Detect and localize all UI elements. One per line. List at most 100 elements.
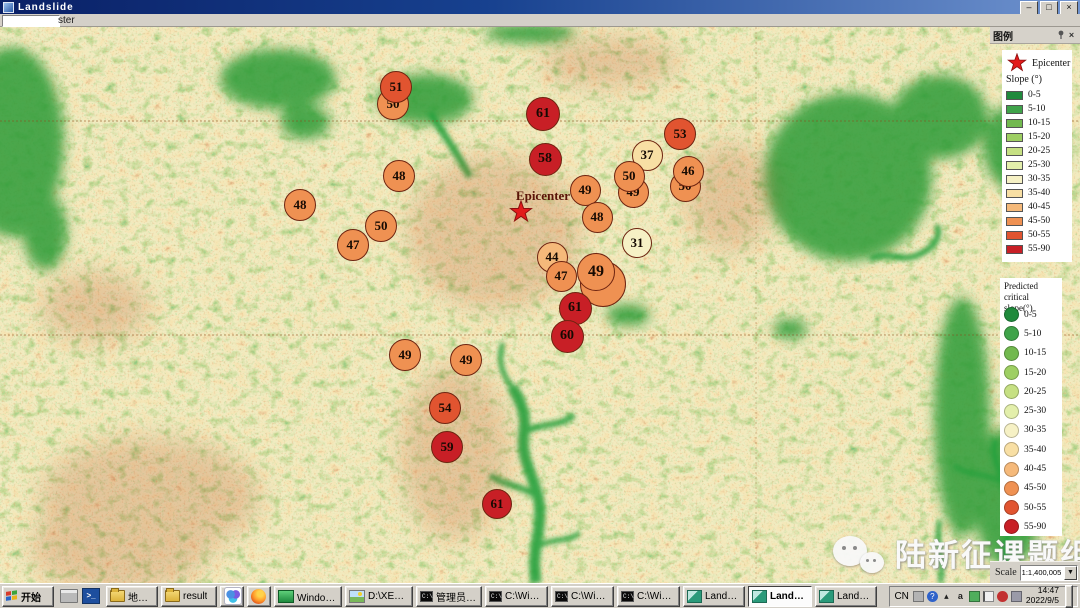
help-icon[interactable]: ? xyxy=(927,591,938,602)
cmd-icon: C:\ xyxy=(489,591,502,602)
slope-point[interactable]: 50 xyxy=(365,210,397,242)
legend-range-label: 45-50 xyxy=(1028,216,1050,226)
tray-icons: ?▴a xyxy=(913,591,1022,602)
legend-circle-swatch xyxy=(1004,346,1019,361)
firefox-icon xyxy=(251,589,266,604)
taskbar-button[interactable]: C:\C:\Windows... xyxy=(617,586,680,607)
legend-circle-swatch xyxy=(1004,481,1019,496)
taskbar-button[interactable]: Windows 任... xyxy=(274,586,342,607)
taskbar-button[interactable]: Landslide xyxy=(815,586,877,607)
slope-point[interactable]: 58 xyxy=(529,143,562,176)
slope-point[interactable]: 46 xyxy=(673,156,704,187)
slope-point[interactable]: 48 xyxy=(383,160,415,192)
chart-icon xyxy=(349,590,365,603)
legend-range-label: 40-45 xyxy=(1028,202,1050,212)
slope-point[interactable]: 50 xyxy=(614,161,645,192)
legend-row: 50-55 xyxy=(1004,498,1062,517)
legend-range-label: 40-45 xyxy=(1024,464,1046,474)
powershell-icon[interactable]: >_ xyxy=(82,588,100,604)
legend-range-label: 20-25 xyxy=(1024,387,1046,397)
taskbar-button[interactable]: D:\XEB-ACT... xyxy=(345,586,413,607)
input-method-icon[interactable]: a xyxy=(955,591,966,602)
taskbar-button-label: result xyxy=(183,591,207,602)
slope-point[interactable]: 47 xyxy=(546,261,577,292)
record-icon[interactable] xyxy=(997,591,1008,602)
slope-point[interactable]: 61 xyxy=(482,489,512,519)
slope-point[interactable]: 31 xyxy=(622,228,652,258)
clock[interactable]: 14:47 2022/9/5 xyxy=(1026,586,1059,606)
scale-combo[interactable]: 1:1,400,005 ▼ xyxy=(1020,565,1078,581)
legend-row: 45-50 xyxy=(1006,214,1072,228)
legend-circle-swatch xyxy=(1004,365,1019,380)
legend-swatch xyxy=(1006,91,1023,100)
cmd-icon: C:\ xyxy=(555,591,568,602)
minimize-button[interactable]: – xyxy=(1020,1,1038,15)
slope-point[interactable]: 53 xyxy=(664,118,696,150)
safety-icon[interactable] xyxy=(969,591,980,602)
legend-row: 10-15 xyxy=(1006,116,1072,130)
slope-point[interactable]: 51 xyxy=(380,71,412,103)
language-indicator[interactable]: CN xyxy=(894,591,908,602)
taskbar-button[interactable]: Landslide xyxy=(748,586,812,607)
printer-quicklaunch-icon[interactable] xyxy=(60,589,78,603)
slope-point[interactable]: 48 xyxy=(284,189,316,221)
taskbar-button[interactable] xyxy=(247,586,271,607)
taskbar-button[interactable]: 地震滑坡计... xyxy=(106,586,158,607)
legend-swatch xyxy=(1006,189,1023,198)
slope-point[interactable]: 60 xyxy=(551,320,584,353)
close-button[interactable]: × xyxy=(1060,1,1078,15)
legend-swatch xyxy=(1006,133,1023,142)
slope-point[interactable]: 61 xyxy=(526,97,560,131)
slope-point[interactable]: 47 xyxy=(337,229,369,261)
chevron-down-icon[interactable]: ▼ xyxy=(1064,566,1077,580)
legend-row: 30-35 xyxy=(1004,421,1062,440)
cmd-icon: C:\ xyxy=(621,591,634,602)
updates-caret-icon[interactable]: ▴ xyxy=(941,591,952,602)
legend-swatch xyxy=(1006,147,1023,156)
slope-point[interactable]: 49 xyxy=(577,253,615,291)
titlebar[interactable]: Landslide – □ × xyxy=(0,0,1080,14)
slope-point[interactable]: 59 xyxy=(431,431,463,463)
legend-epicenter-label: Epicenter xyxy=(1032,58,1070,69)
taskbar-button-label: C:\Windows... xyxy=(571,591,610,602)
slope-point[interactable]: 54 xyxy=(429,392,461,424)
legend-range-label: 25-30 xyxy=(1028,160,1050,170)
slope-point[interactable]: 48 xyxy=(582,202,613,233)
printer-icon[interactable] xyxy=(913,591,924,602)
show-desktop-button[interactable] xyxy=(1065,585,1073,608)
start-button[interactable]: 开始 xyxy=(2,586,54,607)
legend-row: 5-10 xyxy=(1006,102,1072,116)
app-icon xyxy=(819,590,834,603)
usb-icon[interactable] xyxy=(1011,591,1022,602)
legend-row: 25-30 xyxy=(1004,401,1062,420)
app-icon xyxy=(687,590,702,603)
legend-slope: Epicenter Slope (°) 0-55-1010-1515-2020-… xyxy=(1002,50,1072,262)
taskbar-button[interactable]: result xyxy=(161,586,217,607)
clock-time: 14:47 xyxy=(1038,585,1059,595)
taskbar-button[interactable]: Landslide xyxy=(683,586,745,607)
legend-row: 20-25 xyxy=(1006,144,1072,158)
legend-panel-header[interactable]: 图例 × xyxy=(990,27,1080,44)
legend-critical: Predicted critical slope(°) 0-55-1010-15… xyxy=(1000,278,1062,536)
pin-icon[interactable] xyxy=(1055,30,1066,41)
taskbar-button-label: Landslide xyxy=(837,591,873,602)
slope-point[interactable]: 49 xyxy=(450,344,482,376)
taskbar-button-label: D:\XEB-ACT... xyxy=(368,591,409,602)
app-window: Landslide – □ × ster xyxy=(0,0,1080,608)
restore-button[interactable]: □ xyxy=(1040,1,1058,15)
map-canvas[interactable]: 5051615337585046484949504848503147444749… xyxy=(0,27,1080,583)
taskbar-button[interactable] xyxy=(220,586,244,607)
legend-range-label: 55-90 xyxy=(1028,244,1050,254)
flag-icon[interactable] xyxy=(983,591,994,602)
toolbar-input[interactable] xyxy=(2,15,60,27)
taskbar-button[interactable]: C:\C:\Windows... xyxy=(551,586,614,607)
folder-icon xyxy=(165,590,180,602)
legend-row: 50-55 xyxy=(1006,228,1072,242)
taskbar-button[interactable]: C:\管理员: C:... xyxy=(416,586,482,607)
legend-range-label: 10-15 xyxy=(1028,118,1050,128)
close-panel-icon[interactable]: × xyxy=(1066,30,1077,40)
slope-point[interactable]: 49 xyxy=(389,339,421,371)
taskbar-button-label: 地震滑坡计... xyxy=(128,589,154,604)
toolbar-text: ster xyxy=(58,15,75,26)
taskbar-button[interactable]: C:\C:\Windows... xyxy=(485,586,548,607)
